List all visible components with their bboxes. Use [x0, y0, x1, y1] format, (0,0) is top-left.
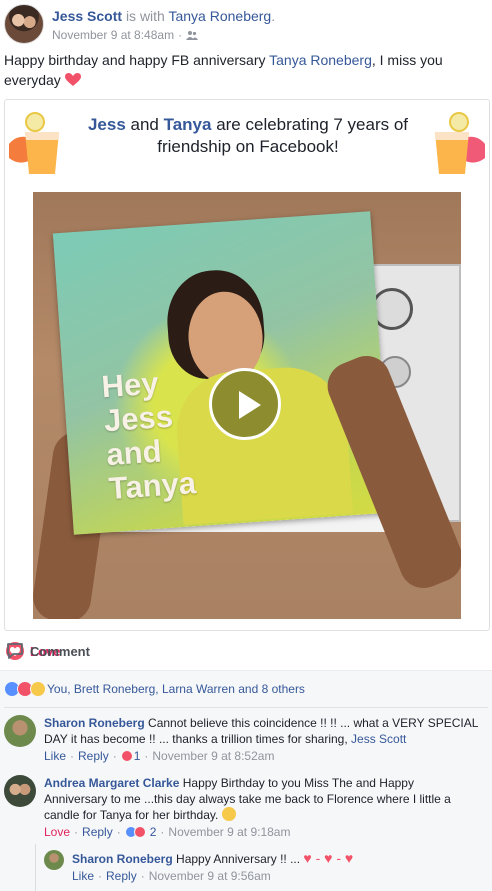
- post-meta: November 9 at 8:48am ·: [52, 28, 199, 42]
- commenter-avatar[interactable]: [44, 850, 64, 870]
- comment-item: Andrea Margaret Clarke Happy Birthday to…: [4, 775, 488, 840]
- comment-like-button[interactable]: Like: [44, 748, 66, 764]
- author-name[interactable]: Jess Scott: [52, 8, 122, 24]
- comment-time[interactable]: November 9 at 9:18am: [168, 824, 290, 840]
- comment-text: Andrea Margaret Clarke Happy Birthday to…: [44, 775, 464, 823]
- comment-label: Comment: [30, 643, 90, 659]
- comment-body: Sharon Roneberg Cannot believe this coin…: [44, 715, 480, 764]
- reaction-summary-text[interactable]: You, Brett Roneberg, Larna Warren and 8 …: [47, 682, 305, 696]
- anniversary-video[interactable]: Hey Jess and Tanya: [33, 192, 461, 619]
- card-title-part: and: [125, 115, 164, 134]
- card-name-2[interactable]: Tanya: [164, 115, 212, 134]
- comment-reply-button[interactable]: Reply: [82, 824, 113, 840]
- comment-bubble-icon: [7, 643, 23, 659]
- with-text: is with: [125, 8, 165, 24]
- comment-button[interactable]: Comment: [6, 642, 90, 660]
- meta-separator: ·: [98, 869, 103, 883]
- meta-separator: ·: [178, 28, 183, 42]
- love-reaction-icon: [120, 750, 133, 762]
- comment-text: Sharon Roneberg Cannot believe this coin…: [44, 715, 480, 747]
- commenter-avatar[interactable]: [4, 775, 36, 807]
- comment-reaction-count[interactable]: 2: [150, 824, 157, 840]
- card-title: Jess and Tanya are celebrating 7 years o…: [85, 114, 411, 158]
- comment-mention[interactable]: Jess Scott: [351, 732, 406, 746]
- header-title: Jess Scott is with Tanya Roneberg.: [52, 8, 275, 24]
- comment-author[interactable]: Sharon Roneberg: [72, 852, 173, 866]
- heart-icon: [64, 73, 81, 86]
- reaction-summary[interactable]: You, Brett Roneberg, Larna Warren and 8 …: [4, 681, 305, 697]
- love-reaction-icon: [133, 826, 146, 838]
- comment-text-part: Happy Anniversary !! ...: [172, 852, 304, 866]
- drink-left-icon: [9, 112, 59, 174]
- post-header: Jess Scott is with Tanya Roneberg. Novem…: [4, 4, 488, 44]
- greeting-line: Tanya: [107, 465, 198, 507]
- card-name-1[interactable]: Jess: [88, 115, 126, 134]
- comment-reaction-icons[interactable]: [124, 826, 146, 838]
- comment-body: Andrea Margaret Clarke Happy Birthday to…: [44, 775, 464, 840]
- comment-item: Sharon Roneberg Cannot believe this coin…: [4, 715, 488, 764]
- video-greeting-text: Hey Jess and Tanya: [100, 364, 198, 507]
- meta-separator: ·: [112, 749, 117, 763]
- meta-separator: ·: [140, 869, 145, 883]
- comment-author[interactable]: Sharon Roneberg: [44, 716, 145, 730]
- comment-text: Sharon Roneberg Happy Anniversary !! ...…: [72, 850, 482, 867]
- drink-right-icon: [435, 112, 485, 174]
- comment-time[interactable]: November 9 at 8:52am: [152, 748, 274, 764]
- meta-separator: ·: [160, 825, 165, 839]
- meta-separator: ·: [116, 825, 121, 839]
- author-avatar[interactable]: [4, 4, 44, 44]
- post-text: Happy birthday and happy FB anniversary …: [4, 50, 474, 90]
- comment-meta: Like · Reply · 1 · November 9 at 8:52am: [44, 748, 480, 764]
- reply-item: Sharon Roneberg Happy Anniversary !! ...…: [44, 850, 488, 884]
- comment-love-button[interactable]: Love: [44, 824, 70, 840]
- comment-author[interactable]: Andrea Margaret Clarke: [44, 776, 179, 790]
- comment-reaction-icons[interactable]: [120, 750, 133, 762]
- sad-reaction-icon: [30, 681, 46, 697]
- comment-reply-button[interactable]: Reply: [78, 748, 109, 764]
- post-mention[interactable]: Tanya Roneberg: [269, 52, 372, 68]
- comment-reply-button[interactable]: Reply: [106, 868, 137, 884]
- tagged-user[interactable]: Tanya Roneberg: [168, 8, 271, 24]
- comment-meta: Love · Reply · 2 · November 9 at 9:18am: [44, 824, 464, 840]
- post-actions: Love Comment: [0, 636, 492, 666]
- comment-body: Sharon Roneberg Happy Anniversary !! ...…: [72, 850, 482, 884]
- comment-like-button[interactable]: Like: [72, 868, 94, 884]
- meta-separator: ·: [70, 749, 75, 763]
- anniversary-card: Jess and Tanya are celebrating 7 years o…: [4, 99, 490, 631]
- comment-time[interactable]: November 9 at 9:56am: [149, 868, 271, 884]
- comment-meta: Like · Reply · November 9 at 9:56am: [72, 868, 482, 884]
- commenter-avatar[interactable]: [4, 715, 36, 747]
- kiss-emoji-icon: [221, 807, 236, 821]
- comment-reaction-count[interactable]: 1: [134, 748, 141, 764]
- header-period: .: [271, 8, 276, 24]
- heart-emojis-icon: ♥ - ♥ - ♥: [303, 850, 354, 866]
- divider: [4, 707, 488, 708]
- meta-separator: ·: [144, 749, 149, 763]
- meta-separator: ·: [74, 825, 79, 839]
- post-timestamp[interactable]: November 9 at 8:48am: [52, 28, 174, 42]
- post-text-part: Happy birthday and happy FB anniversary: [4, 52, 270, 68]
- reply-thread-line: [35, 844, 36, 891]
- reaction-icons: [4, 681, 46, 697]
- friends-icon[interactable]: [186, 30, 199, 40]
- play-icon[interactable]: [209, 368, 281, 440]
